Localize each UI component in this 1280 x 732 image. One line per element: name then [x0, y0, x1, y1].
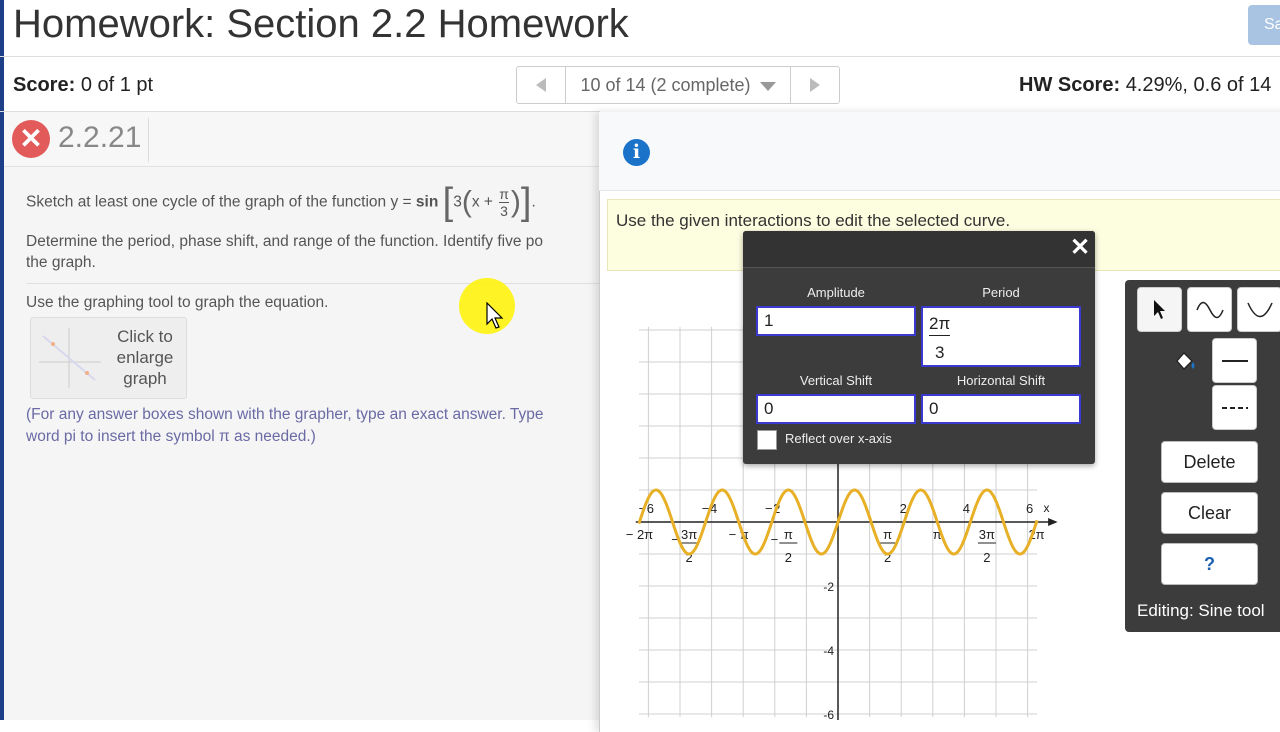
- fraction-numerator: π: [499, 186, 509, 203]
- function-coefficient: 3: [453, 193, 462, 211]
- score-label: Score:: [13, 74, 76, 96]
- sine-wave-icon: [1195, 301, 1224, 318]
- sine-tool-button[interactable]: [1187, 287, 1232, 332]
- reflect-label: Reflect over x-axis: [785, 431, 892, 446]
- parabola-icon: [1246, 302, 1273, 317]
- clear-button[interactable]: Clear: [1161, 492, 1258, 534]
- period-field[interactable]: 2π 3: [921, 306, 1081, 367]
- note-line: word pi to insert the symbol π as needed…: [26, 428, 316, 445]
- dialog-titlebar: [743, 231, 1095, 268]
- period-numerator: 2π: [929, 314, 951, 336]
- x-tick-label: 6: [1026, 501, 1033, 516]
- chevron-right-icon: [810, 78, 820, 92]
- pi-fraction-numerator: π: [784, 527, 793, 542]
- vertical-shift-field[interactable]: 0: [756, 394, 916, 424]
- function-name: sin: [415, 193, 439, 211]
- solid-line-icon: [1221, 359, 1248, 362]
- grapher-panel-header: [599, 112, 1280, 191]
- next-question-button[interactable]: [790, 67, 839, 103]
- close-icon[interactable]: ✕: [1069, 235, 1091, 261]
- pi-fraction-numerator: π: [883, 527, 892, 542]
- select-tool-button[interactable]: [1137, 287, 1182, 332]
- amplitude-label: Amplitude: [807, 285, 865, 300]
- divider: [0, 56, 1280, 57]
- question-position: 10 of 14 (2 complete): [580, 75, 751, 95]
- paren-close: ): [510, 185, 521, 219]
- vertical-shift-label: Vertical Shift: [799, 373, 873, 388]
- period-denominator: 3: [935, 343, 945, 362]
- x-tick-label: 4: [963, 501, 970, 516]
- dashed-line-icon: [1221, 406, 1248, 409]
- prompt-text: Sketch at least one cycle of the graph o…: [26, 193, 412, 211]
- question-line: the graph.: [26, 254, 96, 271]
- hw-score-value: 4.29%, 0.6 of 14: [1125, 74, 1272, 96]
- horizontal-shift-label: Horizontal Shift: [956, 373, 1046, 388]
- hw-score-label: HW Score:: [1019, 74, 1121, 96]
- thumbnail-caption: Click to enlarge graph: [116, 327, 174, 388]
- info-icon[interactable]: i: [623, 139, 650, 166]
- amplitude-field[interactable]: 1: [756, 306, 916, 336]
- note-line: (For any answer boxes shown with the gra…: [26, 406, 544, 423]
- x-axis-arrow: [1048, 518, 1058, 526]
- fraction-denominator: 3: [500, 203, 508, 219]
- horizontal-shift-field[interactable]: 0: [921, 394, 1081, 424]
- editing-status: Editing: Sine tool: [1137, 601, 1265, 620]
- chevron-left-icon: [536, 78, 546, 92]
- solid-line-button[interactable]: [1212, 338, 1257, 383]
- divider: [26, 283, 600, 284]
- paint-bucket-icon: [1175, 351, 1194, 370]
- pi-fraction-denominator: 2: [983, 550, 990, 565]
- bracket-open: [: [442, 181, 454, 223]
- delete-button[interactable]: Delete: [1161, 441, 1258, 483]
- answer-note: (For any answer boxes shown with the gra…: [26, 404, 600, 448]
- x-tick-sign: −: [765, 501, 773, 516]
- pi-fraction-sign: −: [771, 532, 779, 547]
- score-value: 0 of 1 pt: [80, 74, 154, 96]
- y-tick-label: -2: [823, 580, 834, 594]
- incorrect-icon: ✕: [12, 120, 50, 158]
- save-button[interactable]: Sa: [1248, 5, 1280, 45]
- bracket-close: ]: [520, 181, 532, 223]
- pi-fraction-denominator: 2: [785, 550, 792, 565]
- chevron-down-icon: [759, 82, 776, 91]
- question-prompt: Sketch at least one cycle of the graph o…: [26, 181, 536, 224]
- question-number: 2.2.21: [58, 121, 142, 154]
- homework-score: HW Score: 4.29%, 0.6 of 14: [1019, 74, 1271, 97]
- graph-thumbnail-icon: [39, 328, 101, 388]
- prompt-end: .: [531, 193, 536, 211]
- x-axis-label: x: [1044, 501, 1050, 515]
- period-label: Period: [982, 285, 1020, 300]
- help-button[interactable]: ?: [1161, 543, 1258, 585]
- question-select[interactable]: 10 of 14 (2 complete): [566, 67, 790, 103]
- reflect-checkbox[interactable]: [757, 430, 777, 450]
- dashed-line-button[interactable]: [1212, 385, 1257, 430]
- tool-instruction: Use the graphing tool to graph the equat…: [26, 294, 329, 311]
- parabola-tool-button[interactable]: [1237, 287, 1280, 332]
- pointer-icon: [1153, 299, 1165, 319]
- divider: [148, 118, 149, 162]
- page-title: Homework: Section 2.2 Homework: [13, 2, 629, 46]
- pi-tick-label: − 2π: [626, 527, 653, 542]
- prev-question-button[interactable]: [517, 67, 566, 103]
- question-score: Score: 0 of 1 pt: [13, 74, 153, 97]
- pi-fraction-numerator: 3π: [681, 527, 697, 542]
- pi-fraction-numerator: 3π: [979, 527, 995, 542]
- mouse-cursor-icon: [486, 302, 504, 329]
- fill-tool-button[interactable]: [1162, 338, 1207, 383]
- function-variable: x +: [471, 193, 493, 211]
- graph-thumbnail[interactable]: Click to enlarge graph: [30, 317, 187, 399]
- x-tick-label: 6: [647, 501, 654, 516]
- y-tick-label: -4: [823, 644, 834, 658]
- phase-fraction: π3: [499, 186, 509, 219]
- hint-text: Use the given interactions to edit the s…: [616, 211, 1011, 230]
- paren-open: (: [461, 185, 472, 219]
- y-tick-label: -6: [823, 708, 834, 720]
- question-navigator: 10 of 14 (2 complete): [516, 66, 840, 104]
- question-line: Determine the period, phase shift, and r…: [26, 233, 543, 250]
